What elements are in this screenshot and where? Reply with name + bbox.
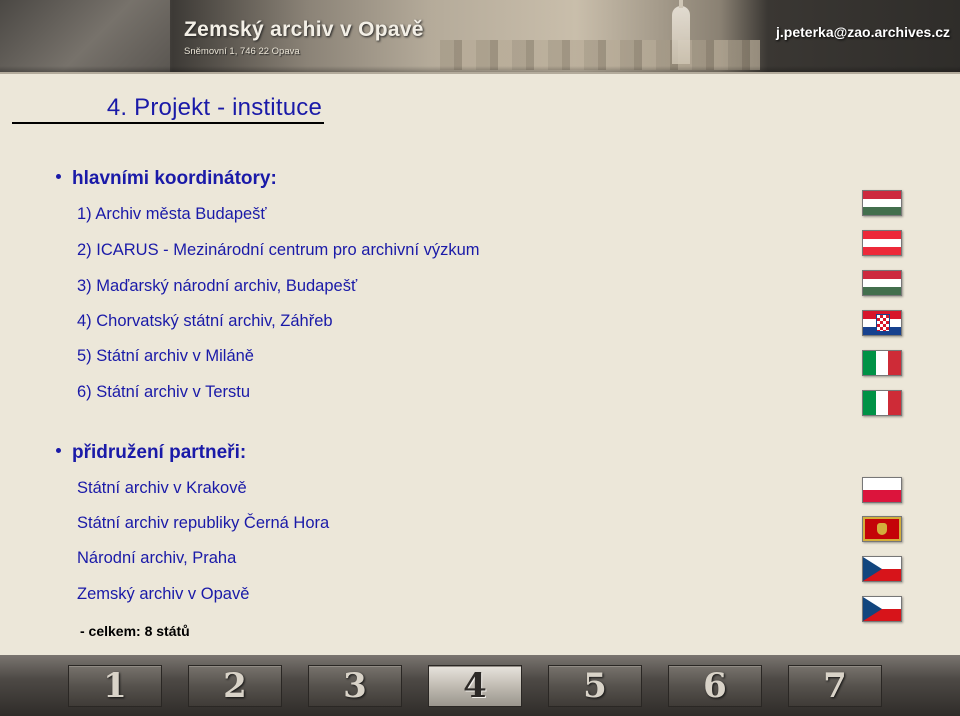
coordinator-item: 3) Maďarský národní archiv, Budapešť xyxy=(77,277,358,295)
nav-button-5[interactable]: 5 xyxy=(548,665,642,707)
nav-button-6[interactable]: 6 xyxy=(668,665,762,707)
total-count: - celkem: 8 států xyxy=(80,623,190,639)
italy-flag-icon xyxy=(862,350,902,376)
bullet-icon xyxy=(56,448,61,454)
banner-title: Zemský archiv v Opavě xyxy=(184,18,424,41)
montenegro-flag-icon xyxy=(862,516,902,542)
banner-tower-image xyxy=(672,0,690,64)
nav-button-3[interactable]: 3 xyxy=(308,665,402,707)
partner-item: Státní archiv republiky Černá Hora xyxy=(77,514,330,532)
coordinator-item: 1) Archiv města Budapešť xyxy=(77,205,267,223)
banner-town-image xyxy=(440,40,760,70)
bullet-icon xyxy=(56,174,61,180)
slide-title: 4. Projekt - instituce xyxy=(106,94,322,121)
nav-button-2[interactable]: 2 xyxy=(188,665,282,707)
partner-item: Státní archiv v Krakově xyxy=(77,479,247,497)
coordinator-item: 2) ICARUS - Mezinárodní centrum pro arch… xyxy=(77,241,480,259)
poland-flag-icon xyxy=(862,477,902,503)
slide-navigation-bar: 1 2 3 4 5 6 7 xyxy=(0,655,960,716)
header-banner: Zemský archiv v Opavě Sněmovní 1, 746 22… xyxy=(0,0,960,74)
nav-button-1[interactable]: 1 xyxy=(68,665,162,707)
banner-photo-left xyxy=(0,0,170,72)
partner-item: Zemský archiv v Opavě xyxy=(77,585,250,603)
slide-title-underline: 4. Projekt - instituce xyxy=(12,94,324,124)
coordinators-heading: hlavními koordinátory: xyxy=(56,168,277,190)
banner-email[interactable]: j.peterka@zao.archives.cz xyxy=(776,24,950,40)
partners-heading: přidružení partneři: xyxy=(56,442,246,464)
italy-flag-icon xyxy=(862,390,902,416)
coordinator-item: 4) Chorvatský státní archiv, Záhřeb xyxy=(77,312,333,330)
nav-button-7[interactable]: 7 xyxy=(788,665,882,707)
coordinator-item: 6) Státní archiv v Terstu xyxy=(77,383,251,401)
hungary-flag-icon xyxy=(862,270,902,296)
austria-flag-icon xyxy=(862,230,902,256)
partner-item: Národní archiv, Praha xyxy=(77,549,237,567)
coordinator-item: 5) Státní archiv v Miláně xyxy=(77,347,254,365)
czech-flag-icon xyxy=(862,556,902,582)
nav-button-4[interactable]: 4 xyxy=(428,665,522,707)
banner-address: Sněmovní 1, 746 22 Opava xyxy=(184,46,300,57)
czech-flag-icon xyxy=(862,596,902,622)
hungary-flag-icon xyxy=(862,190,902,216)
croatia-flag-icon xyxy=(862,310,902,336)
